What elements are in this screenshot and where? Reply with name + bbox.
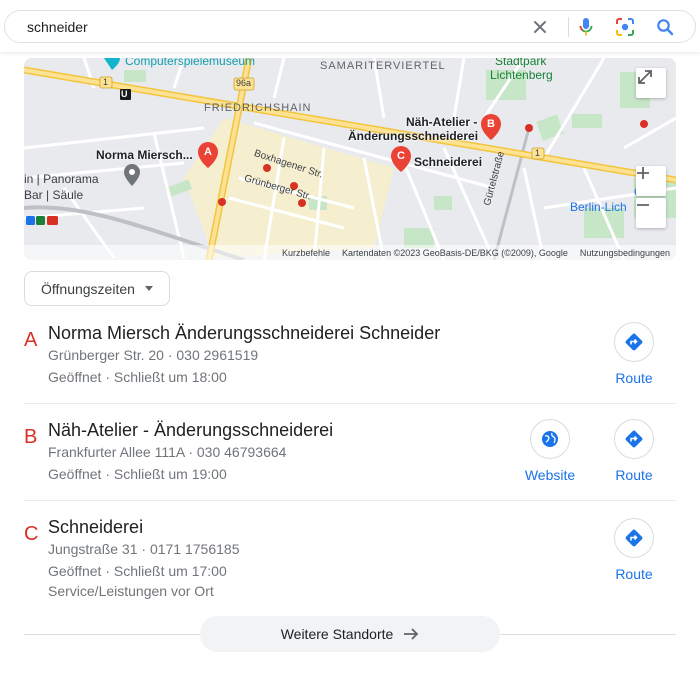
opening-hours-filter-label: Öffnungszeiten bbox=[41, 280, 135, 297]
map-label-panorama-2: Bar | Säule bbox=[24, 188, 84, 202]
map-label-pin-c: Schneiderei bbox=[414, 155, 483, 169]
road-shield-1-west: 1 bbox=[103, 77, 109, 87]
result-hours: Geöffnet · Schließt um 18:00 bbox=[48, 369, 227, 385]
result-divider bbox=[24, 500, 676, 501]
map-attribution: Kartendaten ©2023 GeoBasis-DE/BKG (©2009… bbox=[342, 247, 568, 258]
map-footer: Kurzbefehle Kartendaten ©2023 GeoBasis-D… bbox=[24, 245, 676, 260]
search-box[interactable]: schneider bbox=[4, 10, 696, 43]
road-shield-96a: 96a bbox=[236, 78, 252, 88]
road-shield-1-east: 1 bbox=[535, 148, 541, 158]
website-button-b[interactable]: Website bbox=[520, 419, 580, 483]
microphone-icon[interactable] bbox=[576, 17, 596, 37]
more-locations-label: Weitere Standorte bbox=[280, 626, 394, 642]
caret-down-icon bbox=[144, 286, 153, 291]
map-label-friedrichshain: FRIEDRICHSHAIN bbox=[204, 102, 312, 114]
result-divider bbox=[24, 403, 676, 404]
pin-letter-b: B bbox=[487, 118, 495, 130]
result-name[interactable]: Schneiderei bbox=[48, 517, 143, 538]
map-label-museum: Computerspielemuseum bbox=[125, 58, 256, 68]
map-label-panorama: in | Panorama bbox=[24, 172, 99, 186]
result-letter: A bbox=[24, 329, 38, 351]
expand-icon bbox=[638, 70, 652, 84]
map-label-samariterviertel: SAMARITERVIERTEL bbox=[320, 60, 446, 72]
directions-icon bbox=[625, 333, 643, 351]
result-a[interactable]: A Norma Miersch Änderungsschneiderei Sch… bbox=[24, 323, 676, 393]
globe-icon bbox=[542, 431, 558, 447]
minus-icon bbox=[637, 204, 649, 206]
result-name[interactable]: Norma Miersch Änderungsschneiderei Schne… bbox=[48, 323, 440, 344]
map-label-berlin-lichtenberg: Berlin-Lich bbox=[570, 200, 627, 214]
more-locations-button[interactable]: Weitere Standorte bbox=[200, 616, 500, 652]
arrow-right-icon bbox=[403, 627, 419, 641]
result-service: Service/Leistungen vor Ort bbox=[48, 583, 214, 599]
pin-letter-a: A bbox=[204, 146, 212, 158]
plus-icon bbox=[637, 167, 649, 179]
result-c[interactable]: C Schneiderei Jungstraße 31 · 0171 17561… bbox=[24, 517, 676, 607]
website-label: Website bbox=[524, 467, 576, 483]
search-divider bbox=[568, 17, 569, 37]
route-label: Route bbox=[615, 370, 653, 386]
route-label: Route bbox=[615, 467, 653, 483]
zoom-in-button[interactable] bbox=[636, 166, 666, 196]
route-label: Route bbox=[615, 566, 653, 582]
close-icon[interactable] bbox=[530, 17, 550, 37]
route-circle bbox=[614, 518, 654, 558]
map-shortcuts-link[interactable]: Kurzbefehle bbox=[282, 248, 330, 258]
result-name[interactable]: Näh-Atelier - Änderungsschneiderei bbox=[48, 420, 333, 441]
zoom-out-button[interactable] bbox=[636, 198, 666, 228]
website-circle bbox=[530, 419, 570, 459]
search-bar-container: schneider bbox=[0, 0, 700, 52]
map-terms-link[interactable]: Nutzungsbedingungen bbox=[580, 248, 670, 258]
result-letter: C bbox=[24, 523, 39, 545]
directions-icon bbox=[625, 430, 643, 448]
route-button-b[interactable]: Route bbox=[604, 419, 664, 483]
result-address: Jungstraße 31 · 0171 1756185 bbox=[48, 541, 240, 557]
u-bahn-sign: U bbox=[121, 89, 128, 99]
result-hours: Geöffnet · Schließt um 17:00 bbox=[48, 563, 227, 579]
lens-icon[interactable] bbox=[615, 17, 635, 37]
route-circle bbox=[614, 419, 654, 459]
expand-map-button[interactable] bbox=[636, 68, 666, 98]
search-input[interactable]: schneider bbox=[27, 19, 88, 35]
map-label-stadtpark: Stadtpark bbox=[495, 58, 547, 68]
result-hours: Geöffnet · Schließt um 19:00 bbox=[48, 466, 227, 482]
result-address: Grünberger Str. 20 · 030 2961519 bbox=[48, 347, 259, 363]
route-circle bbox=[614, 322, 654, 362]
map-label-lichtenberg: Lichtenberg bbox=[490, 68, 553, 82]
opening-hours-filter[interactable]: Öffnungszeiten bbox=[24, 271, 170, 306]
map-label-pin-b-line2: Änderungsschneiderei bbox=[348, 129, 479, 143]
route-button-c[interactable]: Route bbox=[604, 518, 664, 582]
pin-letter-c: C bbox=[397, 150, 405, 162]
map[interactable]: A B C U 96a 1 1 Computerspielemuseum SAM… bbox=[24, 58, 676, 260]
route-button-a[interactable]: Route bbox=[604, 322, 664, 386]
search-icon[interactable] bbox=[655, 17, 675, 37]
result-address: Frankfurter Allee 111A · 030 46793664 bbox=[48, 444, 287, 460]
map-label-pin-a: Norma Miersch... bbox=[96, 148, 193, 162]
directions-icon bbox=[625, 529, 643, 547]
result-letter: B bbox=[24, 426, 38, 448]
map-label-pin-b-line1: Näh-Atelier - bbox=[406, 115, 478, 129]
